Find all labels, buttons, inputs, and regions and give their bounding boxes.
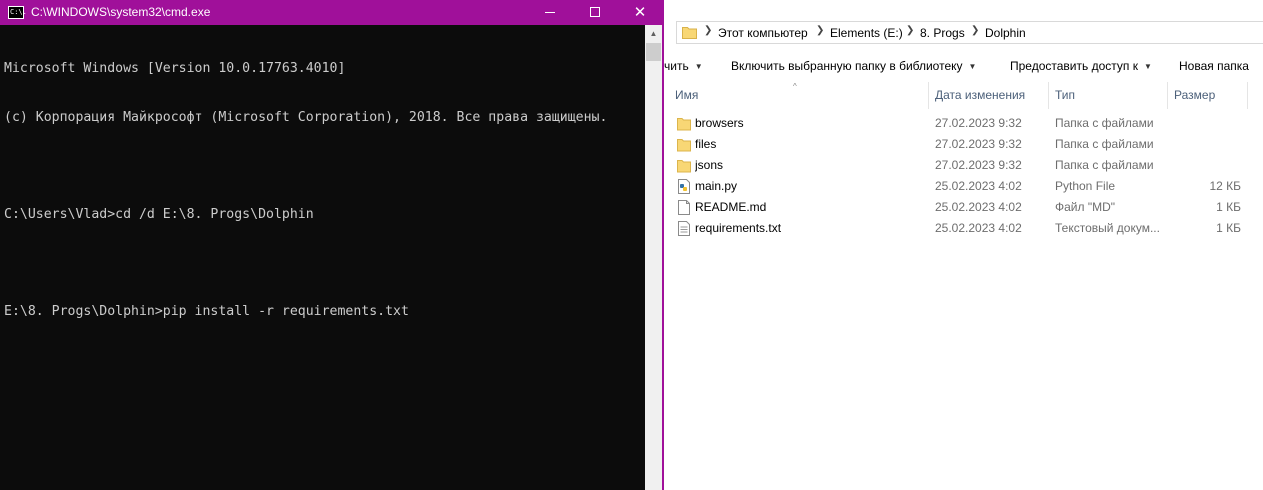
breadcrumb-progs[interactable]: 8. Progs: [920, 26, 965, 40]
file-date: 27.02.2023 9:32: [935, 158, 1022, 172]
dropdown-arrow-icon: ▼: [968, 62, 977, 71]
column-header-row: ^ Имя Дата изменения Тип Размер: [664, 82, 1263, 109]
folder-icon: [677, 139, 691, 152]
share-label: чить: [664, 59, 689, 73]
file-name: jsons: [695, 158, 724, 172]
breadcrumb-dolphin[interactable]: Dolphin: [985, 26, 1026, 40]
folder-icon: [677, 118, 691, 131]
file-row[interactable]: browsers 27.02.2023 9:32 Папка с файлами: [664, 113, 1263, 134]
file-row[interactable]: files 27.02.2023 9:32 Папка с файлами: [664, 134, 1263, 155]
file-row[interactable]: main.py 25.02.2023 4:02 Python File 12 К…: [664, 176, 1263, 197]
dropdown-arrow-icon: ▼: [694, 62, 703, 71]
file-type: Файл "MD": [1055, 200, 1116, 214]
include-library-label: Включить выбранную папку в библиотеку: [731, 59, 963, 73]
cmd-app-icon: C:\.: [8, 6, 27, 19]
console-line: C:\Users\Vlad>cd /d E:\8. Progs\Dolphin: [4, 207, 314, 223]
file-row[interactable]: requirements.txt 25.02.2023 4:02 Текстов…: [664, 218, 1263, 239]
cmd-scrollbar[interactable]: ▲: [645, 25, 662, 490]
column-header-type[interactable]: Тип: [1049, 82, 1168, 109]
address-bar[interactable]: ❯ Этот компьютер ❯ Elements (E:) ❯ 8. Pr…: [676, 21, 1263, 44]
file-name: README.md: [695, 200, 767, 214]
maximize-icon: [590, 7, 600, 17]
file-size: 12 КБ: [1209, 179, 1241, 193]
breadcrumb-this-pc[interactable]: Этот компьютер: [718, 26, 808, 40]
file-type: Текстовый докум...: [1055, 221, 1160, 235]
text-file-icon: [678, 221, 690, 236]
maximize-button[interactable]: [572, 0, 618, 25]
file-date: 27.02.2023 9:32: [935, 116, 1022, 130]
file-type: Папка с файлами: [1055, 116, 1154, 130]
file-size: 1 КБ: [1216, 221, 1241, 235]
column-header-date[interactable]: Дата изменения: [929, 82, 1049, 109]
scrollbar-thumb[interactable]: [646, 43, 661, 61]
file-name: browsers: [695, 116, 744, 130]
share-menu-button[interactable]: чить ▼: [664, 59, 703, 73]
share-with-button[interactable]: Предоставить доступ к ▼: [1010, 59, 1152, 73]
file-date: 25.02.2023 4:02: [935, 179, 1022, 193]
cmd-console-output[interactable]: Microsoft Windows [Version 10.0.17763.40…: [0, 25, 645, 490]
console-line: (c) Корпорация Майкрософт (Microsoft Cor…: [4, 110, 608, 125]
console-line: Microsoft Windows [Version 10.0.17763.40…: [4, 61, 346, 77]
dropdown-arrow-icon: ▼: [1143, 62, 1152, 71]
include-in-library-button[interactable]: Включить выбранную папку в библиотеку ▼: [731, 59, 976, 73]
file-size: 1 КБ: [1216, 200, 1241, 214]
scroll-up-arrow-icon[interactable]: ▲: [645, 25, 662, 42]
minimize-button[interactable]: [527, 0, 573, 25]
file-name: files: [695, 137, 717, 151]
cmd-titlebar[interactable]: C:\. C:\WINDOWS\system32\cmd.exe ✕: [0, 0, 664, 25]
folder-icon: [682, 27, 697, 39]
close-icon: ✕: [633, 3, 647, 21]
chevron-right-icon[interactable]: ❯: [816, 25, 824, 36]
file-name: main.py: [695, 179, 738, 193]
minimize-icon: [545, 12, 555, 13]
file-type: Папка с файлами: [1055, 158, 1154, 172]
file-row[interactable]: jsons 27.02.2023 9:32 Папка с файлами: [664, 155, 1263, 176]
share-with-label: Предоставить доступ к: [1010, 59, 1138, 73]
cmd-window: C:\. C:\WINDOWS\system32\cmd.exe ✕ Micro…: [0, 0, 664, 490]
file-date: 27.02.2023 9:32: [935, 137, 1022, 151]
cmd-window-title: C:\WINDOWS\system32\cmd.exe: [31, 5, 211, 19]
chevron-right-icon[interactable]: ❯: [704, 25, 712, 36]
file-row[interactable]: README.md 25.02.2023 4:02 Файл "MD" 1 КБ: [664, 197, 1263, 218]
column-header-size[interactable]: Размер: [1168, 82, 1248, 109]
chevron-right-icon[interactable]: ❯: [971, 25, 979, 36]
file-type: Папка с файлами: [1055, 137, 1154, 151]
file-type: Python File: [1055, 179, 1116, 193]
command-bar: чить ▼ Включить выбранную папку в библиот…: [664, 52, 1263, 79]
folder-icon: [677, 160, 691, 173]
file-date: 25.02.2023 4:02: [935, 221, 1022, 235]
file-date: 25.02.2023 4:02: [935, 200, 1022, 214]
column-header-name[interactable]: Имя: [669, 82, 929, 109]
breadcrumb-drive[interactable]: Elements (E:): [830, 26, 903, 40]
new-folder-button[interactable]: Новая папка: [1179, 59, 1249, 73]
python-file-icon: [678, 179, 690, 194]
console-line: E:\8. Progs\Dolphin>pip install -r requi…: [4, 304, 409, 320]
file-icon: [678, 200, 690, 215]
file-name: requirements.txt: [695, 221, 782, 235]
chevron-right-icon[interactable]: ❯: [906, 25, 914, 36]
file-explorer-window: ❯ Этот компьютер ❯ Elements (E:) ❯ 8. Pr…: [664, 0, 1263, 490]
close-button[interactable]: ✕: [617, 0, 663, 25]
